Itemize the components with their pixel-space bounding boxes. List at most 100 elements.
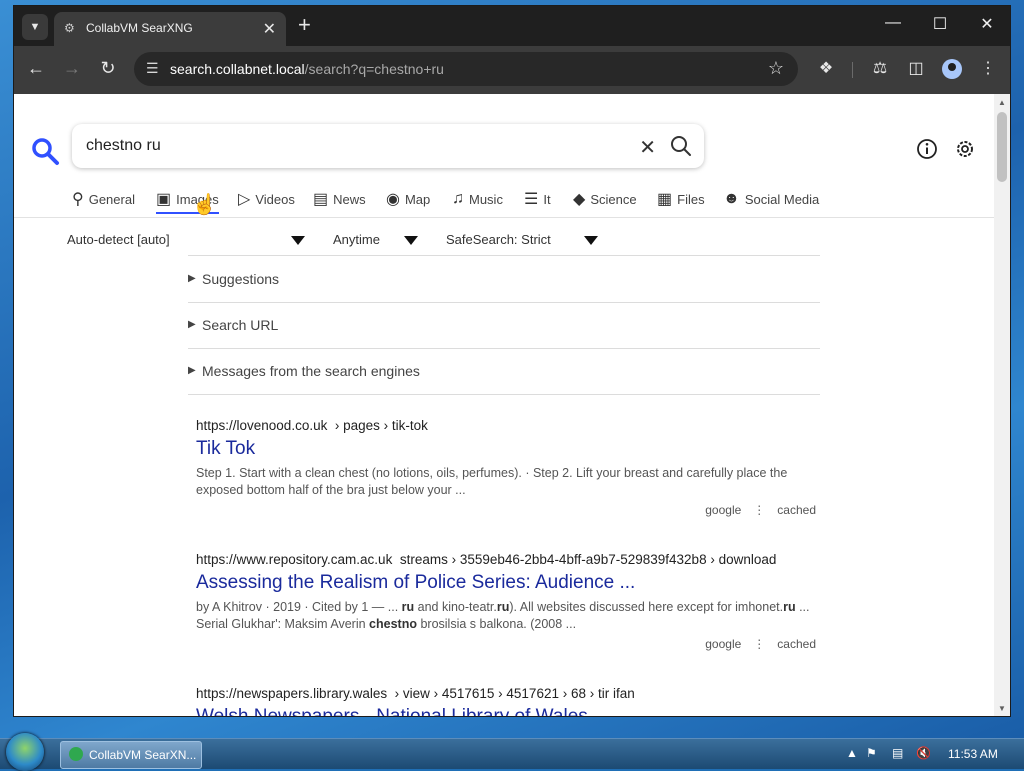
address-url: search.collabnet.local/search?q=chestno+… xyxy=(170,61,444,77)
expand-triangle-icon: ▶ xyxy=(188,365,196,376)
tab-label: Map xyxy=(404,191,431,207)
search-input[interactable]: chestno ru xyxy=(86,137,161,155)
menu-kebab-icon[interactable]: ⋮ xyxy=(976,58,1000,78)
section-label: Search URL xyxy=(202,317,279,333)
bookmark-star-icon[interactable]: ☆ xyxy=(768,58,784,79)
searxng-logo-icon[interactable] xyxy=(30,136,60,166)
play-icon: ▷ xyxy=(238,191,251,208)
page-scrollbar[interactable]: ▲ ▼ xyxy=(994,94,1010,716)
safesearch-select[interactable]: SafeSearch: Strict xyxy=(446,232,551,247)
result-title-link[interactable]: Tik Tok xyxy=(196,438,816,460)
engine-name: google xyxy=(705,503,742,517)
engine-name: google xyxy=(705,637,742,651)
side-panel-icon[interactable]: ◫ xyxy=(904,58,928,78)
tab-news[interactable]: ▤ News xyxy=(313,186,366,212)
action-center-flag-icon[interactable]: ⚑ xyxy=(866,746,877,760)
page-content: chestno ru ✕ ⚲ General ▣ Images ▷ Videos… xyxy=(14,94,994,716)
language-select[interactable]: Auto-detect [auto] xyxy=(67,232,170,247)
tab-files[interactable]: ▦ Files xyxy=(657,186,705,212)
scroll-down-arrow-icon[interactable]: ▼ xyxy=(998,704,1006,713)
image-icon: ▣ xyxy=(156,191,172,208)
tab-general[interactable]: ⚲ General xyxy=(72,186,135,212)
more-options-icon[interactable]: ⋮ xyxy=(753,503,765,517)
suggestions-section[interactable]: ▶ Suggestions xyxy=(188,255,820,303)
tab-search-button[interactable]: ▼ xyxy=(22,14,48,40)
site-info-icon[interactable]: ☰ xyxy=(146,60,159,77)
tab-label: Videos xyxy=(255,191,295,207)
expand-triangle-icon: ▶ xyxy=(188,273,196,284)
result-url[interactable]: https://www.repository.cam.ac.uk streams… xyxy=(196,552,816,567)
browser-tab[interactable]: ⚙ CollabVM SearXNG ✕ xyxy=(54,12,286,46)
clear-search-icon[interactable]: ✕ xyxy=(639,135,656,160)
people-icon: ☻ xyxy=(723,190,740,207)
box-icon: ▦ xyxy=(657,191,673,208)
map-pin-icon: ◉ xyxy=(386,191,400,208)
tray-expand-icon[interactable]: ▲ xyxy=(846,746,858,760)
time-range-select[interactable]: Anytime xyxy=(333,232,380,247)
maximize-button[interactable]: ☐ xyxy=(925,14,955,34)
engine-messages-section[interactable]: ▶ Messages from the search engines xyxy=(188,348,820,395)
close-window-button[interactable]: ✕ xyxy=(972,14,1002,34)
network-icon[interactable]: ▤ xyxy=(892,746,903,760)
new-tab-button[interactable]: + xyxy=(298,14,311,36)
forward-button[interactable]: → xyxy=(60,58,84,79)
tab-title: CollabVM SearXNG xyxy=(86,21,193,35)
taskbar: CollabVM SearXN... ▲ ⚑ ▤ 🔇 11:53 AM xyxy=(0,733,1024,771)
tab-label: Files xyxy=(677,191,705,207)
volume-muted-icon[interactable]: 🔇 xyxy=(916,746,931,760)
browser-toolbar: ← → ↻ ☰ search.collabnet.local/search?q=… xyxy=(14,46,1010,94)
tab-science[interactable]: ◆ Science xyxy=(573,186,637,212)
toolbar-divider xyxy=(852,62,853,78)
start-button[interactable] xyxy=(6,733,44,771)
search-url-section[interactable]: ▶ Search URL xyxy=(188,302,820,349)
tab-label: Music xyxy=(469,191,503,207)
result-snippet: Step 1. Start with a clean chest (no lot… xyxy=(196,466,788,497)
cached-link[interactable]: cached xyxy=(777,503,816,517)
category-divider xyxy=(14,217,994,218)
tab-map[interactable]: ◉ Map xyxy=(386,186,430,212)
tab-label: News xyxy=(333,191,366,207)
section-label: Messages from the search engines xyxy=(202,363,420,379)
browser-window: ▼ ⚙ CollabVM SearXNG ✕ + — ☐ ✕ ← → ↻ ☰ s… xyxy=(14,6,1010,716)
chrome-icon xyxy=(69,747,83,761)
graduation-cap-icon: ◆ xyxy=(573,191,586,208)
minimize-button[interactable]: — xyxy=(878,14,908,32)
result-url[interactable]: https://newspapers.library.wales › view … xyxy=(196,686,816,701)
search-form: chestno ru ✕ xyxy=(72,124,704,168)
tab-social-media[interactable]: ☻ Social Media xyxy=(723,186,819,212)
about-info-icon[interactable] xyxy=(916,138,938,160)
extensions-icon[interactable]: ❖ xyxy=(814,58,838,78)
search-result: https://www.repository.cam.ac.uk streams… xyxy=(196,552,816,651)
tab-music[interactable]: ♫ Music xyxy=(452,186,503,212)
search-submit-icon[interactable] xyxy=(670,135,692,157)
task-label: CollabVM SearXN... xyxy=(89,748,197,762)
close-tab-icon[interactable]: ✕ xyxy=(263,19,276,39)
more-options-icon[interactable]: ⋮ xyxy=(753,637,765,651)
taskbar-window-button[interactable]: CollabVM SearXN... xyxy=(60,741,202,769)
preferences-gear-icon[interactable] xyxy=(954,138,976,160)
labs-flask-icon[interactable]: ⚖ xyxy=(868,58,892,78)
result-title-link[interactable]: Assessing the Realism of Police Series: … xyxy=(196,572,816,594)
scroll-thumb[interactable] xyxy=(997,112,1007,182)
music-icon: ♫ xyxy=(452,190,464,207)
searxng-favicon-icon: ⚙ xyxy=(64,21,75,35)
expand-triangle-icon: ▶ xyxy=(188,319,196,330)
result-title-link[interactable]: Welsh Newspapers - National Library of W… xyxy=(196,706,816,716)
safesearch-dropdown-caret[interactable] xyxy=(584,236,598,245)
tab-it[interactable]: ☰ It xyxy=(524,186,551,212)
scroll-up-arrow-icon[interactable]: ▲ xyxy=(998,98,1006,107)
tab-videos[interactable]: ▷ Videos xyxy=(238,186,295,212)
back-button[interactable]: ← xyxy=(24,58,48,79)
profile-avatar[interactable] xyxy=(942,59,962,79)
tab-label: General xyxy=(88,191,135,207)
chevron-down-icon: ▼ xyxy=(29,21,41,33)
result-url[interactable]: https://lovenood.co.uk › pages › tik-tok xyxy=(196,418,816,433)
reload-button[interactable]: ↻ xyxy=(96,58,120,79)
search-result: https://newspapers.library.wales › view … xyxy=(196,686,816,716)
result-engines: google ⋮ cached xyxy=(196,503,816,517)
time-dropdown-caret[interactable] xyxy=(404,236,418,245)
language-dropdown-caret[interactable] xyxy=(291,236,305,245)
cached-link[interactable]: cached xyxy=(777,637,816,651)
clock[interactable]: 11:53 AM xyxy=(948,747,998,761)
address-bar[interactable]: ☰ search.collabnet.local/search?q=chestn… xyxy=(134,52,798,86)
